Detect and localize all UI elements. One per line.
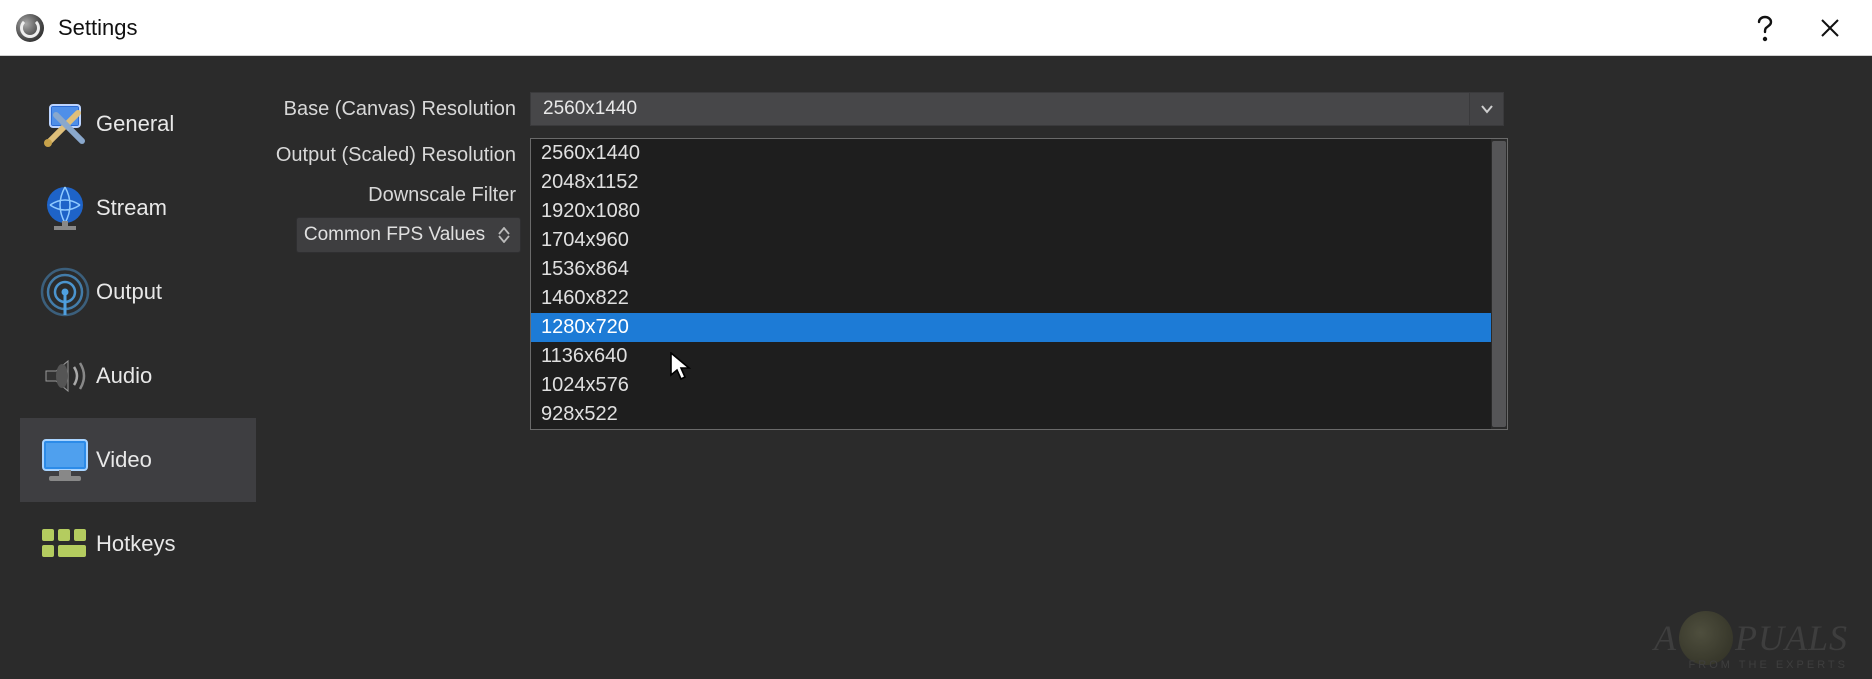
- sidebar-item-general[interactable]: General: [20, 82, 256, 166]
- sidebar-item-video[interactable]: Video: [20, 418, 256, 502]
- watermark-text: A: [1654, 617, 1677, 659]
- sidebar-item-label: Stream: [96, 195, 167, 221]
- resolution-option[interactable]: 2048x1152: [531, 168, 1507, 197]
- sidebar-item-label: Output: [96, 279, 162, 305]
- obs-app-icon: [16, 14, 44, 42]
- dropdown-scrollbar[interactable]: [1491, 139, 1507, 429]
- sidebar-item-audio[interactable]: Audio: [20, 334, 256, 418]
- resolution-option[interactable]: 928x522: [531, 400, 1507, 429]
- titlebar: Settings: [0, 0, 1872, 56]
- scrollbar-thumb[interactable]: [1492, 141, 1506, 427]
- output-resolution-label: Output (Scaled) Resolution: [256, 144, 530, 167]
- sidebar-item-label: General: [96, 111, 174, 137]
- base-resolution-value: 2560x1440: [531, 98, 637, 120]
- sidebar-item-output[interactable]: Output: [20, 250, 256, 334]
- output-resolution-dropdown[interactable]: 2560x1440 2048x1152 1920x1080 1704x960 1…: [530, 138, 1508, 430]
- watermark-tagline: FROM THE EXPERTS: [1689, 659, 1848, 671]
- window-title: Settings: [58, 15, 138, 41]
- resolution-option[interactable]: 1280x720: [531, 313, 1507, 342]
- watermark-text: PUALS: [1735, 617, 1848, 659]
- base-resolution-combo[interactable]: 2560x1440: [530, 92, 1504, 126]
- resolution-option[interactable]: 1024x576: [531, 371, 1507, 400]
- resolution-option[interactable]: 1460x822: [531, 284, 1507, 313]
- help-button[interactable]: [1734, 0, 1798, 56]
- sidebar: General Stream: [20, 56, 256, 679]
- resolution-option[interactable]: 1136x640: [531, 342, 1507, 371]
- fps-label: Common FPS Values: [304, 224, 485, 246]
- resolution-option[interactable]: 2560x1440: [531, 139, 1507, 168]
- video-settings-panel: Base (Canvas) Resolution 2560x1440 Outpu…: [256, 56, 1872, 679]
- stepper-icon: [495, 222, 513, 248]
- sidebar-item-hotkeys[interactable]: Hotkeys: [20, 502, 256, 586]
- fps-selector[interactable]: Common FPS Values: [296, 217, 521, 253]
- resolution-option[interactable]: 1536x864: [531, 255, 1507, 284]
- video-icon: [34, 436, 96, 484]
- resolution-option[interactable]: 1920x1080: [531, 197, 1507, 226]
- base-resolution-label: Base (Canvas) Resolution: [256, 98, 530, 121]
- sidebar-item-label: Audio: [96, 363, 152, 389]
- sidebar-item-label: Hotkeys: [96, 531, 175, 557]
- hotkeys-icon: [34, 525, 96, 563]
- sidebar-item-label: Video: [96, 447, 152, 473]
- output-icon: [34, 267, 96, 317]
- stream-icon: [34, 183, 96, 233]
- downscale-filter-label: Downscale Filter: [256, 184, 530, 207]
- general-icon: [34, 101, 96, 147]
- audio-icon: [34, 355, 96, 397]
- resolution-option[interactable]: 1704x960: [531, 226, 1507, 255]
- watermark-avatar-icon: [1679, 611, 1733, 665]
- watermark: A PUALS FROM THE EXPERTS: [1654, 611, 1848, 665]
- sidebar-item-stream[interactable]: Stream: [20, 166, 256, 250]
- close-button[interactable]: [1798, 0, 1862, 56]
- chevron-down-icon: [1469, 93, 1503, 125]
